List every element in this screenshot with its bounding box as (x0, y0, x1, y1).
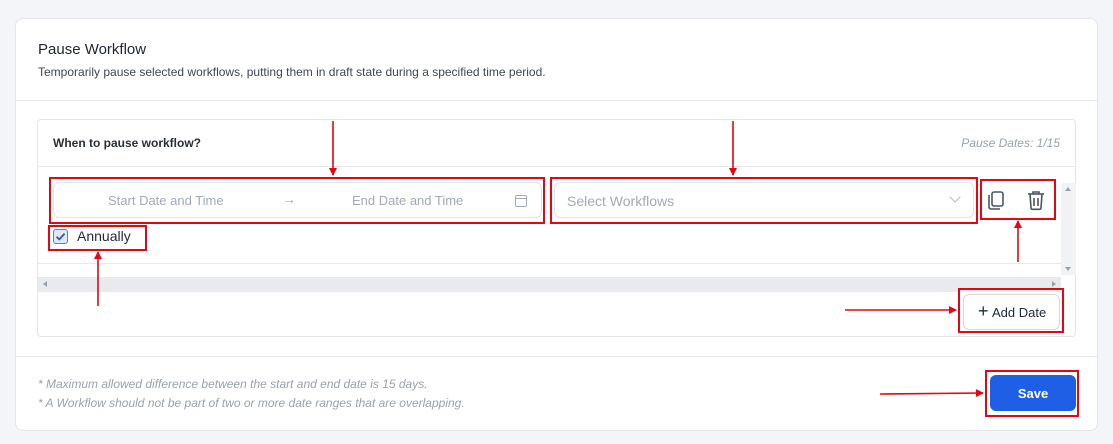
annotation-arrows (94, 121, 1022, 398)
